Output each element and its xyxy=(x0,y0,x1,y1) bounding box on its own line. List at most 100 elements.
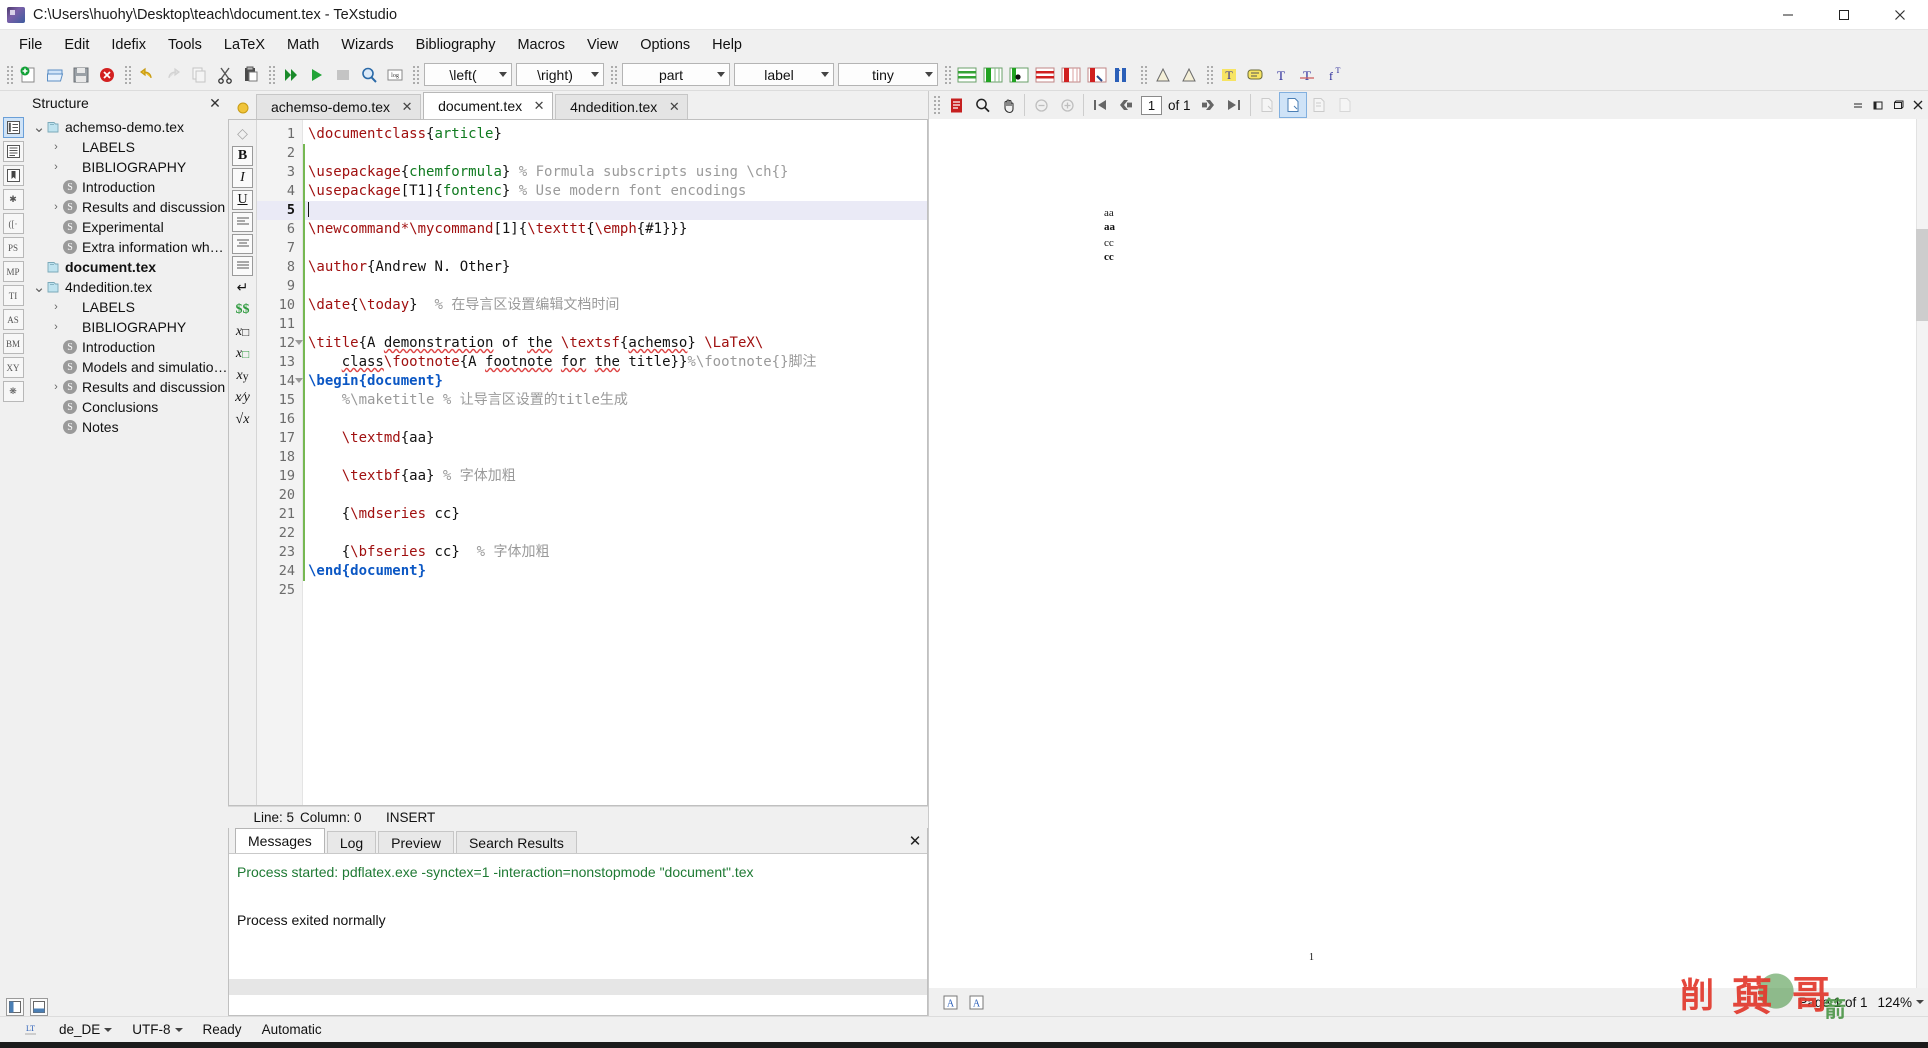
superscript-text-icon[interactable]: fT xyxy=(1320,62,1346,88)
highlight-text-icon[interactable]: T xyxy=(1216,62,1242,88)
continuous-page-icon[interactable] xyxy=(1306,93,1332,117)
paste-icon[interactable] xyxy=(238,62,264,88)
pdf-minimize-button[interactable] xyxy=(1848,94,1868,116)
run-icon[interactable] xyxy=(304,62,330,88)
single-page-icon[interactable] xyxy=(1254,93,1280,117)
code-line[interactable] xyxy=(303,410,927,429)
toolbar-grip-6[interactable] xyxy=(943,63,951,86)
rail-bookmarks-icon[interactable] xyxy=(2,165,24,186)
code-line[interactable] xyxy=(303,239,927,258)
code-line[interactable]: \textmd{aa} xyxy=(303,429,927,448)
strikethrough-text-icon[interactable]: T xyxy=(1294,62,1320,88)
right-bracket-combo[interactable]: \right) xyxy=(516,63,604,86)
menu-math[interactable]: Math xyxy=(276,33,330,57)
menu-file[interactable]: File xyxy=(8,33,53,57)
code-line[interactable]: %\maketitle % 让导言区设置的title生成 xyxy=(303,391,927,410)
rail-as-icon[interactable]: AS xyxy=(2,309,24,330)
rail-ps-icon[interactable]: PS xyxy=(2,237,24,258)
align-center-icon[interactable] xyxy=(232,234,253,254)
toolbar-grip[interactable] xyxy=(5,63,13,86)
rail-misc-symbols-icon[interactable]: ❋ xyxy=(2,381,24,402)
code-line[interactable]: \title{A demonstration of the \textsf{ac… xyxy=(303,334,927,353)
menu-options[interactable]: Options xyxy=(629,33,701,57)
menu-bibliography[interactable]: Bibliography xyxy=(405,33,507,57)
chevron-right-icon[interactable]: › xyxy=(49,201,63,213)
toolbar-grip-4[interactable] xyxy=(411,63,419,86)
language-selector[interactable]: de_DE xyxy=(49,1022,122,1037)
pdf-zoom-combo[interactable]: 124% xyxy=(1877,995,1924,1010)
chevron-right-icon[interactable]: › xyxy=(49,141,63,153)
first-page-icon[interactable] xyxy=(1087,93,1113,117)
structure-item-labels[interactable]: › LABELS xyxy=(26,137,228,157)
code-line[interactable]: \begin{document} xyxy=(303,372,927,391)
cut-icon[interactable] xyxy=(212,62,238,88)
tab-search-results[interactable]: Search Results xyxy=(455,831,577,853)
structure-item-4ndedition-tex[interactable]: ⌄ 4ndedition.tex xyxy=(26,277,228,297)
code-line[interactable] xyxy=(303,581,927,600)
fold-marker-icon[interactable] xyxy=(295,340,303,345)
code-line[interactable] xyxy=(303,277,927,296)
save-icon[interactable] xyxy=(68,62,94,88)
structure-item-document-tex[interactable]: document.tex xyxy=(26,257,228,277)
menu-tools[interactable]: Tools xyxy=(157,33,213,57)
rail-bm-icon[interactable]: BM xyxy=(2,333,24,354)
code-line[interactable]: \end{document} xyxy=(303,562,927,581)
left-bracket-combo[interactable]: \left( xyxy=(424,63,512,86)
tab-achemso-demo[interactable]: achemso-demo.tex ✕ xyxy=(256,94,422,119)
minimize-button[interactable] xyxy=(1760,0,1816,30)
structure-item-notes[interactable]: S Notes xyxy=(26,417,228,437)
code-area[interactable]: \documentclass{article} \usepackage{chemf… xyxy=(303,120,927,805)
menu-edit[interactable]: Edit xyxy=(53,33,100,57)
toggle-left-panel-icon[interactable] xyxy=(6,998,24,1016)
align-columns-icon[interactable] xyxy=(1110,62,1136,88)
pdf-restore-button[interactable] xyxy=(1868,94,1888,116)
tab-preview[interactable]: Preview xyxy=(378,831,454,853)
code-line[interactable] xyxy=(303,315,927,334)
text-tool-b-icon[interactable]: A xyxy=(963,990,989,1014)
align-left-icon[interactable] xyxy=(232,212,253,232)
structure-item-conclusions[interactable]: S Conclusions xyxy=(26,397,228,417)
toolbar-grip-8[interactable] xyxy=(1205,63,1213,86)
stop-icon[interactable] xyxy=(330,62,356,88)
code-line[interactable] xyxy=(303,486,927,505)
italic-button[interactable]: I xyxy=(232,168,253,188)
structure-close-icon[interactable]: ✕ xyxy=(206,94,224,112)
code-line[interactable]: \documentclass{article} xyxy=(303,125,927,144)
close-button[interactable] xyxy=(1872,0,1928,30)
sqrt-icon[interactable]: √ x xyxy=(232,410,253,430)
pdf-close-button[interactable] xyxy=(1908,94,1928,116)
menu-wizards[interactable]: Wizards xyxy=(330,33,404,57)
chevron-right-icon[interactable]: › xyxy=(49,161,63,173)
code-line[interactable] xyxy=(303,448,927,467)
code-line[interactable]: {\bfseries cc} % 字体加粗 xyxy=(303,543,927,562)
code-line[interactable]: class\footnote{A footnote for the title}… xyxy=(303,353,927,372)
table-row-icon[interactable] xyxy=(954,62,980,88)
structure-item-models-and-simulation-metho[interactable]: S Models and simulation metho... xyxy=(26,357,228,377)
text-tool-icon[interactable]: T xyxy=(1268,62,1294,88)
menu-help[interactable]: Help xyxy=(701,33,753,57)
warning-alt-icon[interactable] xyxy=(1176,62,1202,88)
code-line[interactable]: \usepackage{chemformula} % Formula subsc… xyxy=(303,163,927,182)
chevron-right-icon[interactable]: › xyxy=(49,381,63,393)
frac-icon[interactable]: x ⁄ y xyxy=(232,388,253,408)
messages-close-icon[interactable]: ✕ xyxy=(903,829,927,853)
comment-icon[interactable] xyxy=(1242,62,1268,88)
code-line[interactable] xyxy=(303,144,927,163)
newline-icon[interactable]: ↵ xyxy=(232,278,253,298)
magnifier-icon[interactable] xyxy=(969,93,995,117)
chevron-right-icon[interactable]: › xyxy=(49,321,63,333)
structure-item-bibliography[interactable]: › BIBLIOGRAPHY xyxy=(26,157,228,177)
tab-4ndedition[interactable]: 4ndedition.tex ✕ xyxy=(555,94,689,119)
pdf-toolbar-grip[interactable] xyxy=(932,94,940,116)
code-line[interactable] xyxy=(303,524,927,543)
chevron-right-icon[interactable]: › xyxy=(49,301,63,313)
close-document-icon[interactable] xyxy=(94,62,120,88)
format-misc-icon[interactable]: ◇ xyxy=(232,124,253,144)
text-tool-a-icon[interactable]: A xyxy=(937,990,963,1014)
page-number-input[interactable]: 1 xyxy=(1141,95,1162,115)
previous-page-icon[interactable] xyxy=(1113,93,1139,117)
zoom-in-icon[interactable] xyxy=(1054,93,1080,117)
code-line[interactable]: {\mdseries cc} xyxy=(303,505,927,524)
toolbar-grip-7[interactable] xyxy=(1139,63,1147,86)
structure-item-experimental[interactable]: S Experimental xyxy=(26,217,228,237)
